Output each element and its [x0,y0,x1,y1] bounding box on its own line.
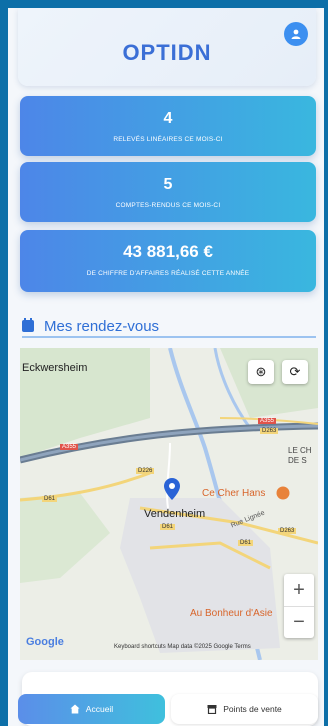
zoom-out-button[interactable]: − [284,606,314,638]
zoom-in-button[interactable]: + [284,574,314,606]
map-refresh-button[interactable]: ⟳ [282,360,308,384]
app-frame: OPTIDN 4 RELEVÉS LINÉAIRES CE MOIS-CI 5 … [8,8,324,726]
appointments-map[interactable]: Eckwersheim LE CH DE S Ce Cher Hans Vend… [20,348,318,660]
nav-tab-accueil[interactable]: Accueil [18,694,165,724]
place-label: Au Bonheur d'Asie [190,608,273,619]
section-header-rendez-vous: Mes rendez-vous [22,316,316,338]
map-layers-button[interactable]: ⊛ [248,360,274,384]
nav-tab-label: Accueil [85,704,114,714]
map-zoom-control: + − [284,574,314,638]
road-label: D263 [278,528,297,534]
nav-tab-points-de-vente[interactable]: Points de vente [171,694,318,724]
stat-label: COMPTES-RENDUS CE MOIS-CI [115,202,221,209]
stat-value: 5 [163,176,173,193]
stat-card-chiffre-affaires: 43 881,66 € DE CHIFFRE D'AFFAIRES RÉALIS… [20,230,316,292]
home-icon [70,704,80,714]
place-label: Vendenheim [144,508,206,520]
user-avatar-button[interactable] [284,22,308,46]
store-icon [207,705,217,714]
stat-card-releves: 4 RELEVÉS LINÉAIRES CE MOIS-CI [20,96,316,156]
road-label: D226 [136,468,155,474]
road-label: A355 [60,444,79,450]
location-pin-icon[interactable] [164,478,180,500]
road-label: D263 [260,428,279,434]
place-label: DE S [288,456,307,465]
stat-label: DE CHIFFRE D'AFFAIRES RÉALISÉ CETTE ANNÉ… [86,270,250,277]
layers-icon: ⊛ [255,364,267,379]
google-logo-text: Google [26,636,64,648]
refresh-icon: ⟳ [289,364,301,379]
road-label: D61 [160,524,176,530]
road-label: D61 [42,496,58,502]
bottom-nav: Accueil Points de vente [18,694,318,724]
calendar-icon [22,318,34,332]
stat-value: 43 881,66 € [123,242,213,261]
stat-label: RELEVÉS LINÉAIRES CE MOIS-CI [113,136,223,143]
place-label: Eckwersheim [22,362,88,374]
section-title: Mes rendez-vous [44,317,160,335]
road-label: D61 [238,540,254,546]
brand-logo-text: OPTIDN [122,40,212,65]
place-label: Ce Cher Hans [202,488,266,499]
place-label: LE CH [288,446,312,455]
user-icon [291,29,301,39]
road-label: A355 [258,418,277,424]
stat-card-comptes-rendus: 5 COMPTES-RENDUS CE MOIS-CI [20,162,316,222]
map-attribution[interactable]: Keyboard shortcuts Map data ©2025 Google… [114,644,251,650]
restaurant-marker-icon[interactable] [276,486,290,500]
nav-tab-label: Points de vente [223,704,282,714]
google-logo: Google [26,636,64,648]
map-canvas [20,348,318,660]
stat-value: 4 [163,110,173,127]
app-header: OPTIDN [18,8,316,86]
